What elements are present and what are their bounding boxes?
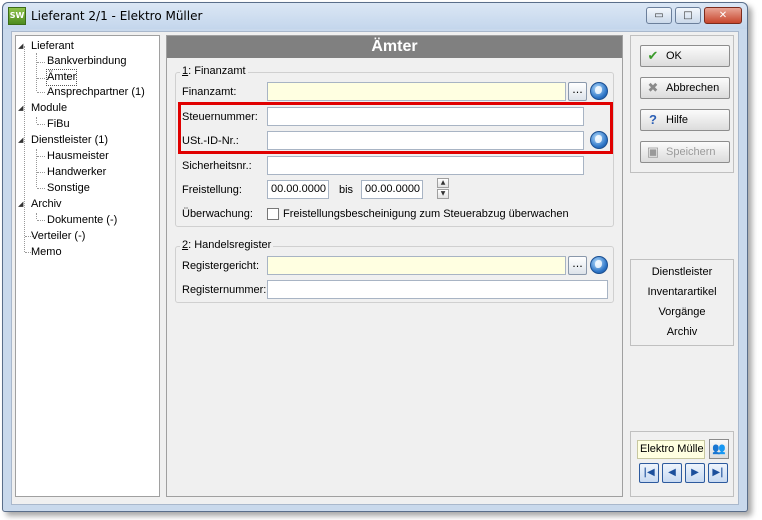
cross-icon: ✖: [647, 80, 659, 95]
next-icon: ▶: [691, 467, 699, 478]
expand-arrow-icon[interactable]: ◢: [18, 101, 23, 116]
ueberwachung-label: Überwachung:: [182, 208, 253, 220]
handelsregister-group-label: 2: Handelsregister: [180, 239, 274, 251]
link-dienstleister[interactable]: Dienstleister: [631, 266, 733, 278]
expand-arrow-icon[interactable]: ◢: [18, 197, 23, 212]
tree-line: [37, 172, 45, 173]
registernummer-label: Registernummer:: [182, 284, 267, 296]
record-navigator: Elektro Müller 👥 |◀ ◀ ▶ ▶|: [630, 431, 734, 497]
first-icon: |◀: [643, 467, 655, 478]
globe-icon[interactable]: [590, 256, 608, 274]
tree-item-bankverbindung[interactable]: Bankverbindung: [47, 54, 127, 69]
sicherheitsnr-label: Sicherheitsnr.:: [182, 160, 252, 172]
first-record-button[interactable]: |◀: [639, 463, 659, 483]
tree-line: [37, 188, 45, 189]
ueberwachung-checkbox-label[interactable]: Freistellungsbescheinigung zum Steuerabz…: [283, 208, 569, 220]
save-disk-icon: ▣: [646, 144, 660, 159]
close-icon: ✕: [718, 10, 728, 21]
abbrechen-button[interactable]: ✖ Abbrechen: [640, 77, 730, 99]
tree-item-sonstige[interactable]: Sonstige: [47, 181, 90, 196]
finanzamt-field[interactable]: [267, 82, 566, 101]
checkmark-icon: ✔: [647, 48, 659, 63]
tree-item-hausmeister[interactable]: Hausmeister: [47, 149, 109, 164]
finanzamt-group-label: 1: Finanzamt: [180, 65, 248, 77]
app-window: SW Lieferant 2/1 - Elektro Müller ▭ □ ✕ …: [2, 2, 748, 512]
main-panel: Ämter 1: Finanzamt Finanzamt: ... Steuer…: [166, 35, 623, 497]
links-panel: Dienstleister Inventarartikel Vorgänge A…: [630, 259, 734, 346]
registergericht-lookup-button[interactable]: ...: [568, 256, 587, 275]
minimize-icon: ▭: [654, 10, 664, 21]
finanzamt-label: Finanzamt:: [182, 86, 237, 98]
tree-line: [36, 213, 37, 219]
tree-line: [36, 149, 37, 187]
spin-up-icon[interactable]: ▲: [437, 178, 449, 188]
link-archiv[interactable]: Archiv: [631, 326, 733, 338]
prev-icon: ◀: [668, 467, 676, 478]
ok-button[interactable]: ✔ OK: [640, 45, 730, 67]
help-icon: ?: [649, 112, 657, 127]
freistellung-to-field[interactable]: 00.00.0000: [361, 180, 423, 199]
tree-line: [37, 62, 45, 63]
title-bar[interactable]: SW Lieferant 2/1 - Elektro Müller ▭ □ ✕: [3, 3, 747, 29]
section-header: Ämter: [167, 36, 622, 58]
navigation-tree: ◢ Lieferant Bankverbindung Ämter Ansprec…: [15, 35, 160, 497]
tree-item-memo[interactable]: Memo: [31, 245, 62, 260]
action-panel: ✔ OK ✖ Abbrechen ? Hilfe ▣ Speichern: [630, 35, 734, 173]
tree-line: [37, 92, 45, 93]
tree-item-handwerker[interactable]: Handwerker: [47, 165, 106, 180]
registernummer-field[interactable]: [267, 280, 608, 299]
hilfe-button[interactable]: ? Hilfe: [640, 109, 730, 131]
record-name: Elektro Müller: [637, 440, 705, 459]
bis-label: bis: [339, 184, 354, 196]
globe-icon[interactable]: [590, 82, 608, 100]
registergericht-field[interactable]: [267, 256, 566, 275]
tree-item-ansprechpartner[interactable]: Ansprechpartner (1): [47, 85, 145, 100]
close-button[interactable]: ✕: [704, 7, 742, 24]
maximize-icon: □: [683, 10, 693, 21]
client-area: ◢ Lieferant Bankverbindung Ämter Ansprec…: [11, 31, 739, 505]
tree-line: [24, 46, 25, 252]
app-icon: SW: [8, 7, 26, 25]
tree-item-verteiler[interactable]: Verteiler (-): [31, 229, 85, 244]
highlight-box: [178, 102, 613, 154]
tree-line: [37, 78, 45, 79]
spin-down-icon[interactable]: ▼: [437, 189, 449, 199]
ueberwachung-checkbox[interactable]: [267, 208, 279, 220]
speichern-button[interactable]: ▣ Speichern: [640, 141, 730, 163]
last-icon: ▶|: [712, 467, 724, 478]
freistellung-from-field[interactable]: 00.00.0000: [267, 180, 329, 199]
tree-line: [37, 156, 45, 157]
last-record-button[interactable]: ▶|: [708, 463, 728, 483]
next-record-button[interactable]: ▶: [685, 463, 705, 483]
tree-item-aemter[interactable]: Ämter: [45, 69, 78, 86]
tree-item-dokumente[interactable]: Dokumente (-): [47, 213, 117, 228]
maximize-button[interactable]: □: [675, 7, 701, 24]
tree-item-fibu[interactable]: FiBu: [47, 117, 70, 132]
tree-line: [37, 124, 45, 125]
contacts-icon[interactable]: 👥: [709, 439, 729, 459]
sicherheitsnr-field[interactable]: [267, 156, 584, 175]
prev-record-button[interactable]: ◀: [662, 463, 682, 483]
expand-arrow-icon[interactable]: ◢: [18, 133, 23, 148]
window-title: Lieferant 2/1 - Elektro Müller: [31, 9, 203, 23]
tree-line: [36, 117, 37, 123]
registergericht-label: Registergericht:: [182, 260, 260, 272]
tree-line: [36, 53, 37, 91]
freistellung-label: Freistellung:: [182, 184, 242, 196]
expand-arrow-icon[interactable]: ◢: [18, 39, 23, 54]
finanzamt-lookup-button[interactable]: ...: [568, 82, 587, 101]
link-vorgaenge[interactable]: Vorgänge: [631, 306, 733, 318]
link-inventarartikel[interactable]: Inventarartikel: [631, 286, 733, 298]
minimize-button[interactable]: ▭: [646, 7, 672, 24]
tree-line: [37, 220, 45, 221]
